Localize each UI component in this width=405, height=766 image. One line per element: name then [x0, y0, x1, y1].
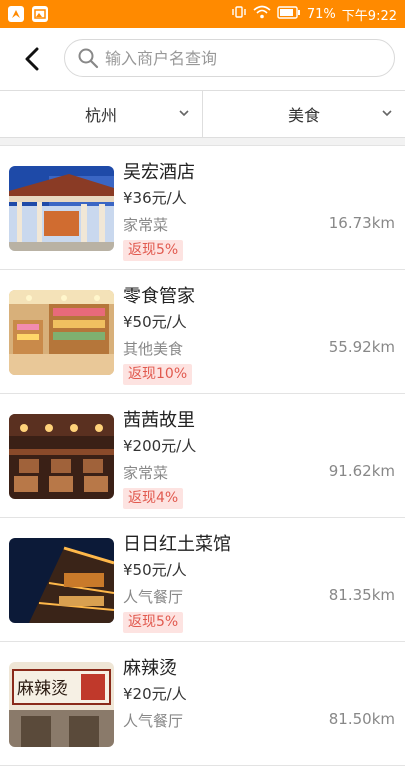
back-button[interactable] [18, 44, 46, 74]
list-separator [0, 138, 405, 146]
chevron-left-icon [25, 47, 39, 71]
image-notification-icon [32, 6, 48, 22]
chevron-down-icon [179, 110, 189, 117]
merchant-list-item[interactable]: 日日红土菜馆 ¥50元/人 人气餐厅 81.35km 返现5% [0, 518, 405, 642]
cashback-badge: 返现4% [123, 488, 184, 509]
merchant-price: ¥50元/人 [123, 313, 187, 331]
merchant-photo: 麻辣烫 [9, 662, 114, 747]
merchant-distance: 55.92km [328, 338, 395, 356]
merchant-name: 茜茜故里 [123, 410, 195, 431]
vibrate-icon [231, 4, 247, 24]
merchant-name: 日日红土菜馆 [123, 534, 231, 555]
merchant-category: 家常菜 [123, 464, 169, 482]
merchant-price: ¥50元/人 [123, 561, 187, 579]
search-icon [78, 48, 99, 69]
city-filter-label: 杭州 [84, 106, 117, 125]
cashback-badge: 返现10% [123, 364, 193, 385]
merchant-price: ¥200元/人 [123, 437, 197, 455]
battery-percent: 71% [306, 6, 336, 22]
merchant-list-item[interactable]: 零食管家 ¥50元/人 其他美食 55.92km 返现10% [0, 270, 405, 394]
merchant-photo [9, 538, 114, 623]
merchant-name: 零食管家 [123, 286, 195, 307]
merchant-distance: 91.62km [328, 462, 395, 480]
merchant-price: ¥20元/人 [123, 685, 187, 703]
merchant-price: ¥36元/人 [123, 189, 187, 207]
filter-bar: 杭州 美食 [0, 90, 405, 138]
merchant-category: 家常菜 [123, 216, 169, 234]
category-filter[interactable]: 美食 [202, 91, 405, 137]
merchant-category: 人气餐厅 [123, 712, 184, 730]
city-filter[interactable]: 杭州 [0, 91, 202, 137]
app-notification-icon [8, 6, 24, 22]
header [0, 28, 405, 90]
merchant-distance: 81.35km [328, 586, 395, 604]
clock: 下午9:22 [341, 8, 397, 24]
wifi-icon [253, 5, 271, 23]
merchant-distance: 81.50km [328, 710, 395, 728]
cashback-badge: 返现5% [123, 240, 184, 261]
category-filter-label: 美食 [287, 106, 320, 125]
merchant-list: 吴宏酒店 ¥36元/人 家常菜 16.73km 返现5% 零食管家 ¥50元/人… [0, 146, 405, 766]
cashback-badge: 返现5% [123, 612, 184, 633]
search-input[interactable] [103, 47, 367, 69]
merchant-distance: 16.73km [328, 214, 395, 232]
battery-icon [277, 5, 301, 23]
merchant-name: 麻辣烫 [123, 658, 177, 679]
merchant-photo [9, 166, 114, 251]
merchant-photo [9, 290, 114, 375]
merchant-list-item[interactable]: 吴宏酒店 ¥36元/人 家常菜 16.73km 返现5% [0, 146, 405, 270]
merchant-sign-text: 麻辣烫 [17, 679, 68, 699]
merchant-name: 吴宏酒店 [123, 162, 195, 183]
merchant-category: 其他美食 [123, 340, 184, 358]
merchant-photo [9, 414, 114, 499]
merchant-category: 人气餐厅 [123, 588, 184, 606]
search-box[interactable] [64, 39, 395, 77]
status-bar: 71% 下午9:22 [0, 0, 405, 28]
merchant-list-item[interactable]: 茜茜故里 ¥200元/人 家常菜 91.62km 返现4% [0, 394, 405, 518]
merchant-list-item[interactable]: 麻辣烫 麻辣烫 ¥20元/人 人气餐厅 81.50km [0, 642, 405, 766]
chevron-down-icon [382, 110, 392, 117]
